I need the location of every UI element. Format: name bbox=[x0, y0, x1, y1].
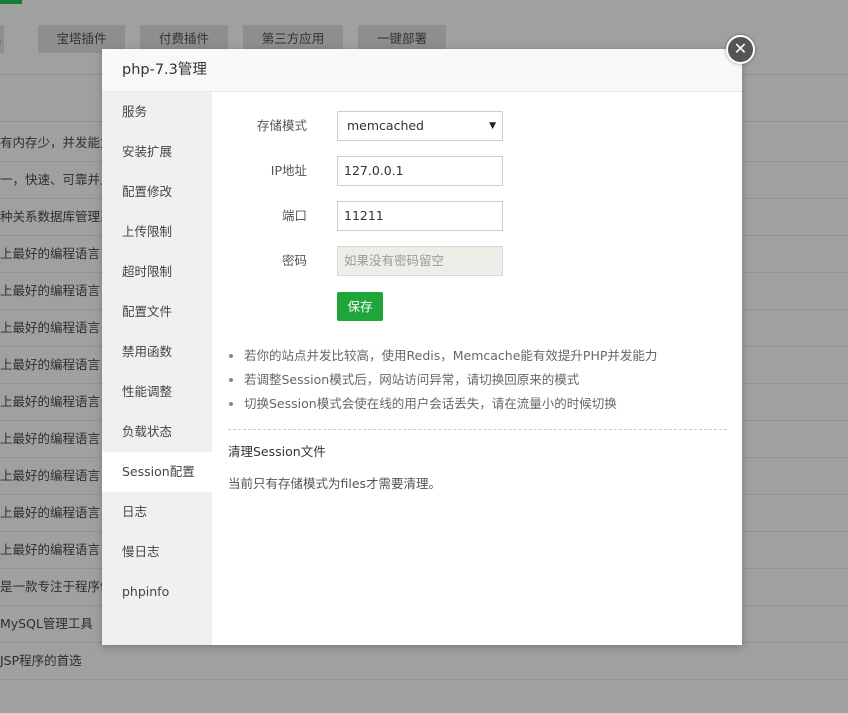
section-divider bbox=[228, 429, 727, 430]
help-note-text: 若你的站点并发比较高，使用Redis，Memcache能有效提升PHP并发能力 bbox=[244, 348, 658, 363]
sidebar-item-config-edit[interactable]: 配置修改 bbox=[102, 172, 212, 212]
sidebar-item-session-config[interactable]: Session配置 bbox=[102, 452, 212, 492]
chevron-down-icon: ▼ bbox=[489, 121, 496, 131]
port-field[interactable]: 11211 bbox=[337, 201, 503, 231]
dialog-title: php-7.3管理 bbox=[102, 49, 742, 92]
port-label: 端口 bbox=[281, 208, 307, 223]
sidebar-item-log[interactable]: 日志 bbox=[102, 492, 212, 532]
clear-session-title: 清理Session文件 bbox=[228, 444, 326, 459]
password-row: 密码 如果没有密码留空 bbox=[212, 246, 612, 276]
bullet-icon bbox=[229, 402, 233, 406]
bullet-icon bbox=[229, 354, 233, 358]
storage-mode-row: 存储模式 memcached ▼ bbox=[212, 111, 612, 141]
close-icon[interactable]: ✕ bbox=[726, 35, 755, 64]
sidebar-item-phpinfo[interactable]: phpinfo bbox=[102, 572, 212, 612]
sidebar-item-slow-log[interactable]: 慢日志 bbox=[102, 532, 212, 572]
dialog-sidebar: 服务 安装扩展 配置修改 上传限制 超时限制 配置文件 禁用函数 性能调整 负载… bbox=[102, 92, 212, 645]
ip-address-row: IP地址 127.0.0.1 bbox=[212, 156, 612, 186]
active-tab-indicator bbox=[0, 0, 22, 4]
sidebar-item-performance[interactable]: 性能调整 bbox=[102, 372, 212, 412]
help-note-text: 若调整Session模式后，网站访问异常，请切换回原来的模式 bbox=[244, 372, 580, 387]
sidebar-item-disabled-functions[interactable]: 禁用函数 bbox=[102, 332, 212, 372]
storage-mode-label: 存储模式 bbox=[256, 118, 307, 133]
help-note: 若你的站点并发比较高，使用Redis，Memcache能有效提升PHP并发能力 bbox=[228, 344, 657, 368]
php-manager-dialog: php-7.3管理 ✕ 服务 安装扩展 配置修改 上传限制 超时限制 配置文件 … bbox=[102, 35, 755, 645]
help-note: 若调整Session模式后，网站访问异常，请切换回原来的模式 bbox=[228, 368, 657, 392]
sidebar-item-load-status[interactable]: 负载状态 bbox=[102, 412, 212, 452]
list-item: JSP程序的首选 bbox=[0, 642, 848, 680]
ip-address-label: IP地址 bbox=[270, 163, 307, 178]
bullet-icon bbox=[229, 378, 233, 382]
top-tab-tools[interactable]: 具 bbox=[0, 25, 4, 53]
password-label: 密码 bbox=[281, 253, 307, 268]
password-field[interactable]: 如果没有密码留空 bbox=[337, 246, 503, 276]
help-note-text: 切换Session模式会使在线的用户会话丢失，请在流量小的时候切换 bbox=[244, 396, 617, 411]
session-config-panel: 存储模式 memcached ▼ IP地址 127.0.0.1 端口 11211… bbox=[212, 92, 742, 645]
sidebar-item-timeout-limit[interactable]: 超时限制 bbox=[102, 252, 212, 292]
sidebar-item-upload-limit[interactable]: 上传限制 bbox=[102, 212, 212, 252]
storage-mode-value: memcached bbox=[347, 118, 424, 133]
sidebar-item-service[interactable]: 服务 bbox=[102, 92, 212, 132]
help-note: 切换Session模式会使在线的用户会话丢失，请在流量小的时候切换 bbox=[228, 392, 657, 416]
sidebar-item-install-extensions[interactable]: 安装扩展 bbox=[102, 132, 212, 172]
ip-address-field[interactable]: 127.0.0.1 bbox=[337, 156, 503, 186]
clear-session-description: 当前只有存储模式为files才需要清理。 bbox=[228, 476, 442, 491]
save-button[interactable]: 保存 bbox=[337, 292, 383, 321]
sidebar-item-config-file[interactable]: 配置文件 bbox=[102, 292, 212, 332]
storage-mode-select[interactable]: memcached ▼ bbox=[337, 111, 503, 141]
port-row: 端口 11211 bbox=[212, 201, 612, 231]
help-notes: 若你的站点并发比较高，使用Redis，Memcache能有效提升PHP并发能力 … bbox=[228, 344, 657, 416]
